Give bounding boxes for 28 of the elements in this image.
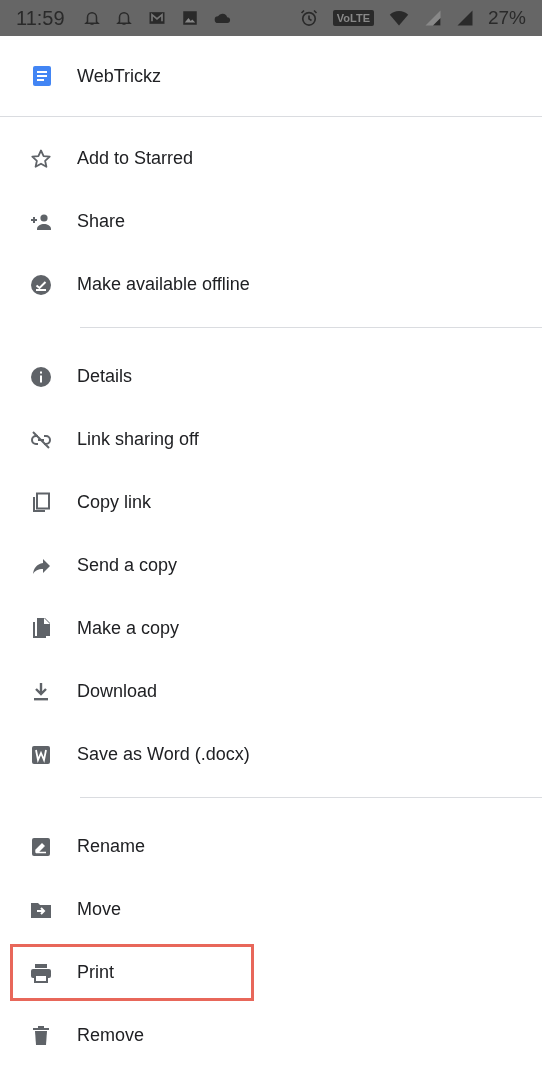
menu-item[interactable]: Share [0, 190, 542, 253]
menu-item[interactable]: Details [0, 345, 542, 408]
document-icon [30, 64, 54, 88]
bell-icon [114, 9, 133, 27]
menu-item[interactable]: Save as Word (.docx) [0, 723, 542, 786]
clock-time: 11:59 [16, 6, 65, 30]
wifi-icon [387, 8, 410, 28]
image-icon [180, 9, 199, 27]
battery-percentage: 27% [487, 7, 526, 29]
menu-item[interactable]: Remove [0, 1004, 542, 1067]
menu-item[interactable]: Make available offline [0, 253, 542, 316]
document-title: WebTrickz [77, 65, 161, 87]
menu-item[interactable]: Add to Starred [0, 127, 542, 190]
check-circle-icon [29, 272, 53, 297]
signal-icon [423, 9, 442, 27]
alarm-clock-icon [298, 8, 319, 28]
menu-item[interactable]: Move [0, 878, 542, 941]
volte-badge: VoLTE [332, 10, 374, 26]
menu-item[interactable]: Link sharing off [0, 408, 542, 471]
menu-item[interactable]: Send a copy [0, 534, 542, 597]
menu-item[interactable]: Download [0, 660, 542, 723]
signal-icon [455, 9, 474, 27]
menu-item[interactable]: Print [0, 941, 542, 1004]
menu-item[interactable]: Make a copy [0, 597, 542, 660]
bell-icon [82, 9, 101, 27]
menu-item[interactable]: Rename [0, 815, 542, 878]
menu-item[interactable]: Copy link [0, 471, 542, 534]
info-icon [29, 364, 53, 389]
